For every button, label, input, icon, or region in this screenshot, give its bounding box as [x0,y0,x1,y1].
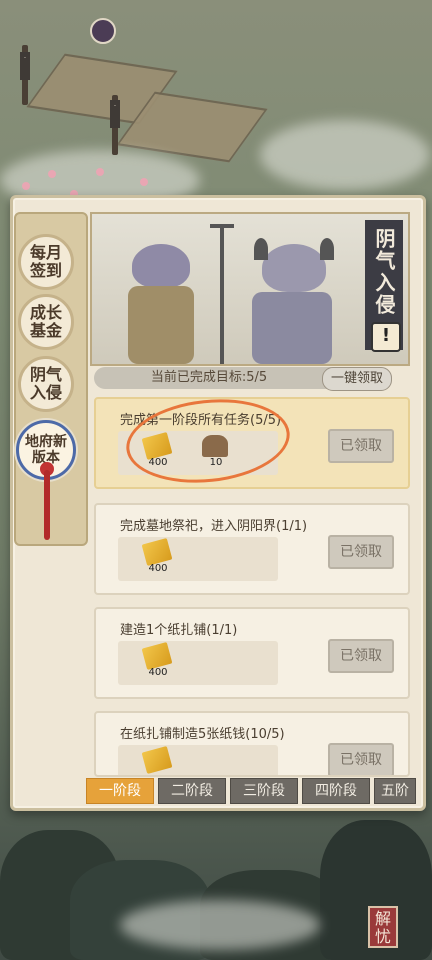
tab-monthly-checkin-label: 每月签到 [29,243,62,280]
claimed-button[interactable]: 已领取 [328,429,394,463]
task-title: 完成墓地祭祀，进入阴阳界(1/1) [120,519,308,534]
claimed-button[interactable]: 已领取 [328,639,394,673]
player-avatar[interactable] [90,18,116,44]
stage-tab-5[interactable]: 五阶 [374,778,416,804]
stage-tab-bar: 一阶段 二阶段 三阶段 四阶段 五阶 [86,778,416,804]
tab-yin-invasion-label: 阴气入侵 [29,365,62,402]
task-title: 在纸扎铺制造5张纸钱(10/5) [120,727,285,742]
reward-item[interactable]: 400 [138,642,178,683]
seal-button[interactable]: 解忧 [368,906,398,948]
task-card: 在纸扎铺制造5张纸钱(10/5) 已领取 [94,711,410,777]
task-card: 建造1个纸扎铺(1/1) 400 已领取 [94,607,410,699]
reward-qty: 400 [148,667,168,678]
paper-money-icon [141,642,173,670]
tab-yin-invasion[interactable]: 阴气入侵 [18,356,74,412]
tab-growth-fund-label: 成长基金 [29,303,62,340]
stage-tab-4[interactable]: 四阶段 [302,778,370,804]
paper-money-icon [141,746,173,774]
task-card: 完成墓地祭祀，进入阴阳界(1/1) 400 已领取 [94,503,410,595]
reward-item[interactable]: 400 [138,538,178,579]
stage-tab-3[interactable]: 三阶段 [230,778,298,804]
stage-tab-1[interactable]: 一阶段 [86,778,154,804]
reward-qty: 400 [148,563,168,574]
claimed-button[interactable]: 已领取 [328,743,394,775]
exclamation-icon[interactable]: ! [371,322,401,352]
claimed-button[interactable]: 已领取 [328,535,394,569]
event-banner [90,212,410,366]
task-title: 建造1个纸扎铺(1/1) [120,623,238,638]
horse-face-character [132,244,190,288]
progress-text: 当前已完成目标:5/5 [150,370,268,385]
reward-item[interactable] [138,746,178,775]
claim-all-button[interactable]: 一键领取 [322,367,392,391]
tab-monthly-checkin[interactable]: 每月签到 [18,234,74,290]
stage-tab-2[interactable]: 二阶段 [158,778,226,804]
tassel [44,470,50,540]
ox-head-character [262,244,326,292]
tab-growth-fund[interactable]: 成长基金 [18,294,74,350]
paper-money-icon [141,538,173,566]
